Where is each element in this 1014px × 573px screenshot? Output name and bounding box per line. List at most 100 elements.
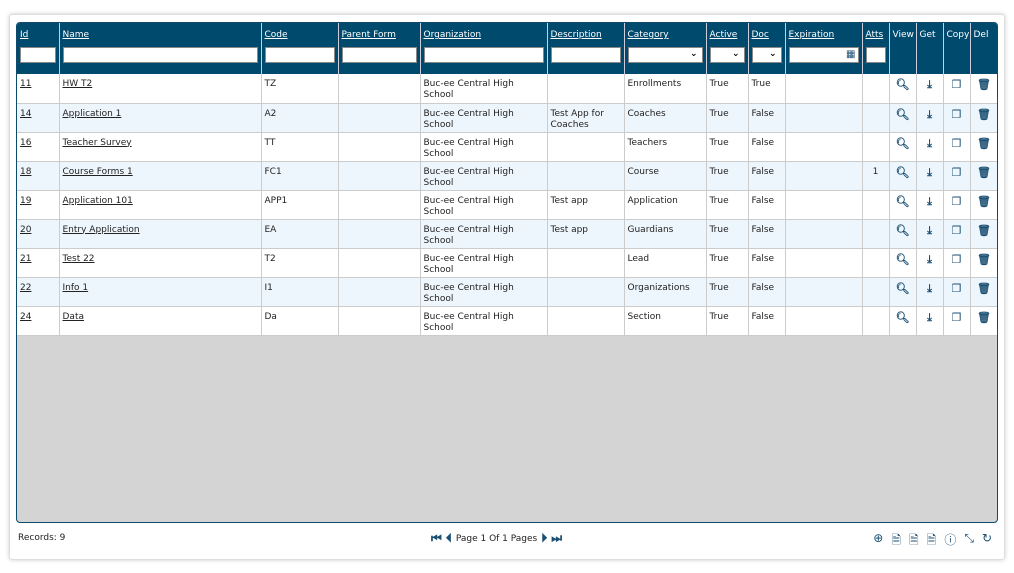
collapse-icon[interactable]: ⤡ xyxy=(964,531,974,552)
cell-code: Da xyxy=(261,306,339,336)
view-button[interactable]: 🔍︎ xyxy=(889,74,917,104)
name-value[interactable]: HW T2 xyxy=(63,79,93,89)
copy-button[interactable]: ❐ xyxy=(943,219,971,249)
filter-select[interactable]: ⌄ xyxy=(751,47,782,63)
cell-category: Lead xyxy=(624,248,707,278)
get-button[interactable]: ⤓ xyxy=(916,74,944,104)
code-value: TZ xyxy=(264,79,277,89)
next-page-icon[interactable]: ⏵ xyxy=(541,531,547,546)
id-value[interactable]: 11 xyxy=(20,79,31,89)
last-page-icon[interactable]: ⏭ xyxy=(551,531,562,546)
filter-text[interactable] xyxy=(62,47,258,63)
view-button[interactable]: 🔍︎ xyxy=(889,103,917,133)
filter-date[interactable]: ▦ xyxy=(788,47,859,63)
copy-button[interactable]: ❐ xyxy=(943,248,971,278)
cell-expiration xyxy=(785,74,863,104)
calendar-icon[interactable]: ▦ xyxy=(846,49,855,60)
id-value[interactable]: 24 xyxy=(20,312,31,322)
id-value[interactable]: 21 xyxy=(20,254,31,264)
filter-text[interactable] xyxy=(423,47,544,63)
get-button[interactable]: ⤓ xyxy=(916,219,944,249)
copy-button[interactable]: ❐ xyxy=(943,161,971,191)
copy-button[interactable]: ❐ xyxy=(943,74,971,104)
filter-select[interactable]: ⌄ xyxy=(709,47,745,63)
column-label[interactable]: Category xyxy=(628,30,669,40)
active-value: True xyxy=(709,224,729,235)
column-label[interactable]: Name xyxy=(63,30,90,40)
id-value[interactable]: 16 xyxy=(20,138,31,148)
search-icon: 🔍︎ xyxy=(895,136,910,150)
filter-text[interactable] xyxy=(264,47,335,63)
name-value[interactable]: Entry Application xyxy=(63,225,140,235)
name-value[interactable]: Info 1 xyxy=(63,283,89,293)
del-button[interactable]: 🗑︎ xyxy=(970,74,997,104)
column-label[interactable]: Atts xyxy=(866,30,884,40)
del-button[interactable]: 🗑︎ xyxy=(970,219,997,249)
column-label[interactable]: Code xyxy=(265,30,288,40)
column-header-copy: Copy xyxy=(943,23,971,74)
id-value[interactable]: 20 xyxy=(20,225,31,235)
id-value[interactable]: 18 xyxy=(20,167,31,177)
view-button[interactable]: 🔍︎ xyxy=(889,219,917,249)
first-page-icon[interactable]: ⏮ xyxy=(431,531,442,546)
del-button[interactable]: 🗑︎ xyxy=(970,190,997,220)
del-button[interactable]: 🗑︎ xyxy=(970,277,997,307)
copy-button[interactable]: ❐ xyxy=(943,103,971,133)
column-label[interactable]: Expiration xyxy=(789,30,835,40)
view-button[interactable]: 🔍︎ xyxy=(889,190,917,220)
add-icon[interactable]: ⊕ xyxy=(873,531,883,552)
excel-export-icon[interactable]: 🗎 xyxy=(927,531,937,552)
del-button[interactable]: 🗑︎ xyxy=(970,132,997,162)
column-label[interactable]: Parent Form xyxy=(342,30,396,40)
name-value[interactable]: Teacher Survey xyxy=(63,138,132,148)
name-value[interactable]: Data xyxy=(63,312,85,322)
prev-page-icon[interactable]: ⏴ xyxy=(446,531,452,546)
del-button[interactable]: 🗑︎ xyxy=(970,248,997,278)
name-value[interactable]: Test 22 xyxy=(63,254,95,264)
view-button[interactable]: 🔍︎ xyxy=(889,132,917,162)
filter-text[interactable] xyxy=(550,47,621,63)
column-label[interactable]: Organization xyxy=(424,30,482,40)
name-value[interactable]: Application 1 xyxy=(63,109,122,119)
get-button[interactable]: ⤓ xyxy=(916,248,944,278)
filter-text[interactable] xyxy=(20,47,56,63)
get-button[interactable]: ⤓ xyxy=(916,161,944,191)
id-value[interactable]: 22 xyxy=(20,283,31,293)
cell-parent xyxy=(338,190,421,220)
get-button[interactable]: ⤓ xyxy=(916,132,944,162)
del-button[interactable]: 🗑︎ xyxy=(970,306,997,336)
get-button[interactable]: ⤓ xyxy=(916,306,944,336)
help-icon[interactable]: ⓘ xyxy=(944,531,956,552)
filter-text[interactable] xyxy=(341,47,417,63)
column-label[interactable]: Description xyxy=(551,30,602,40)
cell-code: A2 xyxy=(261,103,339,133)
view-button[interactable]: 🔍︎ xyxy=(889,306,917,336)
get-button[interactable]: ⤓ xyxy=(916,277,944,307)
refresh-icon[interactable]: ↻ xyxy=(982,531,992,552)
id-value[interactable]: 19 xyxy=(20,196,31,206)
column-label[interactable]: Doc xyxy=(752,30,769,40)
doc-value: False xyxy=(751,137,775,148)
name-value[interactable]: Application 101 xyxy=(63,196,133,206)
name-value[interactable]: Course Forms 1 xyxy=(63,167,133,177)
copy-button[interactable]: ❐ xyxy=(943,132,971,162)
del-button[interactable]: 🗑︎ xyxy=(970,103,997,133)
view-button[interactable]: 🔍︎ xyxy=(889,277,917,307)
copy-button[interactable]: ❐ xyxy=(943,190,971,220)
filter-text[interactable] xyxy=(865,47,886,63)
column-label[interactable]: Id xyxy=(20,30,28,40)
filter-select[interactable]: ⌄ xyxy=(627,47,703,63)
excel-export-icon[interactable]: 🗎 xyxy=(909,531,919,552)
id-value[interactable]: 14 xyxy=(20,109,31,119)
cell-desc: Test app xyxy=(547,190,625,220)
desc-value: Test App for Coaches xyxy=(550,108,604,130)
get-button[interactable]: ⤓ xyxy=(916,103,944,133)
copy-button[interactable]: ❐ xyxy=(943,306,971,336)
view-button[interactable]: 🔍︎ xyxy=(889,161,917,191)
copy-button[interactable]: ❐ xyxy=(943,277,971,307)
get-button[interactable]: ⤓ xyxy=(916,190,944,220)
column-label[interactable]: Active xyxy=(710,30,738,40)
view-button[interactable]: 🔍︎ xyxy=(889,248,917,278)
excel-export-icon[interactable]: 🗎 xyxy=(891,531,901,552)
del-button[interactable]: 🗑︎ xyxy=(970,161,997,191)
